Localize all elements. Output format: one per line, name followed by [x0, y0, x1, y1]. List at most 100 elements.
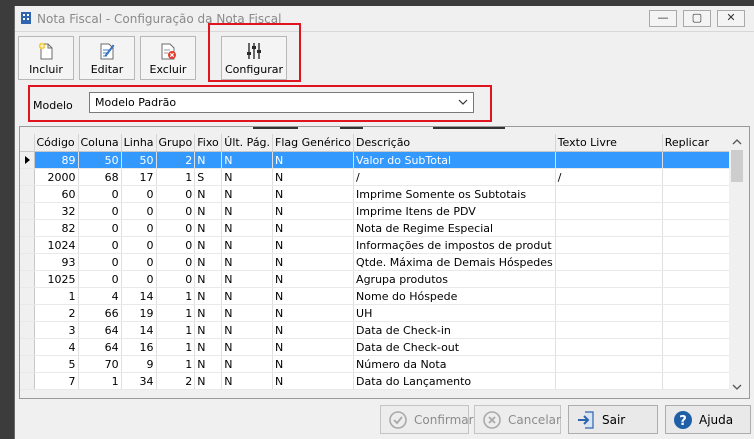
cell-descricao[interactable]: Data de Check-out [353, 338, 556, 356]
cell-codigo[interactable]: 93 [34, 253, 79, 271]
cell-fixo[interactable]: N [194, 270, 223, 288]
cell-codigo[interactable]: 1024 [34, 236, 79, 254]
cell-grupo[interactable]: 2 [156, 372, 196, 390]
cell-linha[interactable]: 14 [121, 287, 157, 305]
cell-coluna[interactable]: 64 [78, 321, 122, 339]
cell-codigo[interactable]: 60 [34, 185, 79, 203]
cell-codigo[interactable]: 2000 [34, 168, 79, 186]
cell-codigo[interactable]: 89 [34, 151, 79, 169]
cell-flag-generico[interactable]: N [272, 287, 355, 305]
cell-codigo[interactable]: 1025 [34, 270, 79, 288]
cell-linha[interactable]: 50 [121, 151, 157, 169]
cell-ult-pag[interactable]: N [221, 219, 274, 237]
table-row[interactable]: 1024 0 0 0 N N N Informações de impostos de pro… [20, 236, 738, 254]
cell-grupo[interactable]: 2 [156, 151, 196, 169]
editar-button[interactable]: Editar [79, 36, 135, 80]
cell-fixo[interactable]: N [194, 253, 223, 271]
cell-replicar[interactable] [662, 219, 738, 237]
cell-coluna[interactable]: 70 [78, 355, 122, 373]
row-indicator[interactable] [20, 270, 35, 288]
cell-fixo[interactable]: N [194, 185, 223, 203]
cell-fixo[interactable]: N [194, 219, 223, 237]
column-header-descricao[interactable]: Descrição [353, 134, 556, 152]
cell-grupo[interactable]: 1 [156, 287, 196, 305]
table-row[interactable]: 1 4 14 1 N N N Nome do Hóspede [20, 287, 738, 305]
cell-grupo[interactable]: 0 [156, 236, 196, 254]
cell-grupo[interactable]: 1 [156, 321, 196, 339]
cell-coluna[interactable]: 1 [78, 372, 122, 390]
cell-coluna[interactable]: 0 [78, 253, 122, 271]
cell-replicar[interactable] [662, 304, 738, 322]
row-indicator[interactable] [20, 202, 35, 220]
cell-flag-generico[interactable]: N [272, 253, 355, 271]
table-row[interactable]: 89 50 50 2 N N N Valor do SubTotal [20, 151, 738, 169]
cell-codigo[interactable]: 5 [34, 355, 79, 373]
cell-linha[interactable]: 0 [121, 253, 157, 271]
cell-texto-livre[interactable] [555, 253, 663, 271]
cell-coluna[interactable]: 66 [78, 304, 122, 322]
cell-fixo[interactable]: N [194, 287, 223, 305]
cell-coluna[interactable]: 0 [78, 270, 122, 288]
cell-grupo[interactable]: 1 [156, 168, 196, 186]
cell-replicar[interactable] [662, 168, 738, 186]
cell-flag-generico[interactable]: N [272, 338, 355, 356]
table-row[interactable]: 60 0 0 0 N N N Imprime Somente os Subtotais [20, 185, 738, 203]
cell-linha[interactable]: 0 [121, 219, 157, 237]
row-indicator[interactable] [20, 372, 35, 390]
cell-texto-livre[interactable] [555, 321, 663, 339]
cell-grupo[interactable]: 1 [156, 338, 196, 356]
cell-flag-generico[interactable]: N [272, 219, 355, 237]
cell-descricao[interactable]: Agrupa produtos [353, 270, 556, 288]
vertical-scroll-thumb[interactable] [731, 150, 743, 182]
cell-fixo[interactable]: N [194, 355, 223, 373]
cell-descricao[interactable]: Valor do SubTotal [353, 151, 556, 169]
cell-ult-pag[interactable]: N [221, 236, 274, 254]
cell-texto-livre[interactable] [555, 270, 663, 288]
cell-linha[interactable]: 17 [121, 168, 157, 186]
row-indicator[interactable] [20, 236, 35, 254]
row-indicator[interactable] [20, 338, 35, 356]
cell-replicar[interactable] [662, 185, 738, 203]
cell-codigo[interactable]: 7 [34, 372, 79, 390]
cell-fixo[interactable]: N [194, 236, 223, 254]
ajuda-button[interactable]: ? Ajuda [665, 405, 751, 434]
column-header-flag-generico[interactable]: Flag Genérico [272, 134, 355, 152]
cell-replicar[interactable] [662, 372, 738, 390]
row-indicator[interactable] [20, 253, 35, 271]
cell-descricao[interactable]: Informações de impostos de produt [353, 236, 556, 254]
cell-fixo[interactable]: N [194, 338, 223, 356]
cell-texto-livre[interactable] [555, 202, 663, 220]
cell-flag-generico[interactable]: N [272, 304, 355, 322]
table-row[interactable]: 5 70 9 1 N N N Número da Nota [20, 355, 738, 373]
cell-linha[interactable]: 0 [121, 185, 157, 203]
cell-flag-generico[interactable]: N [272, 270, 355, 288]
scroll-down-icon[interactable] [732, 382, 742, 392]
cell-ult-pag[interactable]: N [221, 304, 274, 322]
cell-replicar[interactable] [662, 321, 738, 339]
row-indicator[interactable] [20, 168, 35, 186]
vertical-scrollbar[interactable] [729, 134, 745, 396]
cell-replicar[interactable] [662, 151, 738, 169]
confirmar-button[interactable]: Confirmar [380, 405, 474, 434]
cell-linha[interactable]: 34 [121, 372, 157, 390]
cell-flag-generico[interactable]: N [272, 202, 355, 220]
column-header-ult-pag[interactable]: Últ. Pág. [221, 134, 274, 152]
cell-linha[interactable]: 0 [121, 202, 157, 220]
column-header-grupo[interactable]: Grupo [156, 134, 196, 152]
cell-fixo[interactable]: N [194, 202, 223, 220]
column-header-coluna[interactable]: Coluna [78, 134, 122, 152]
cell-ult-pag[interactable]: N [221, 253, 274, 271]
cell-linha[interactable]: 0 [121, 270, 157, 288]
table-row[interactable]: 1025 0 0 0 N N N Agrupa produtos [20, 270, 738, 288]
cell-codigo[interactable]: 3 [34, 321, 79, 339]
cell-flag-generico[interactable]: N [272, 355, 355, 373]
cell-grupo[interactable]: 0 [156, 219, 196, 237]
cell-ult-pag[interactable]: N [221, 202, 274, 220]
cell-codigo[interactable]: 32 [34, 202, 79, 220]
row-indicator[interactable] [20, 355, 35, 373]
cell-coluna[interactable]: 64 [78, 338, 122, 356]
cell-flag-generico[interactable]: N [272, 321, 355, 339]
cell-texto-livre[interactable] [555, 338, 663, 356]
cell-linha[interactable]: 16 [121, 338, 157, 356]
cell-flag-generico[interactable]: N [272, 236, 355, 254]
